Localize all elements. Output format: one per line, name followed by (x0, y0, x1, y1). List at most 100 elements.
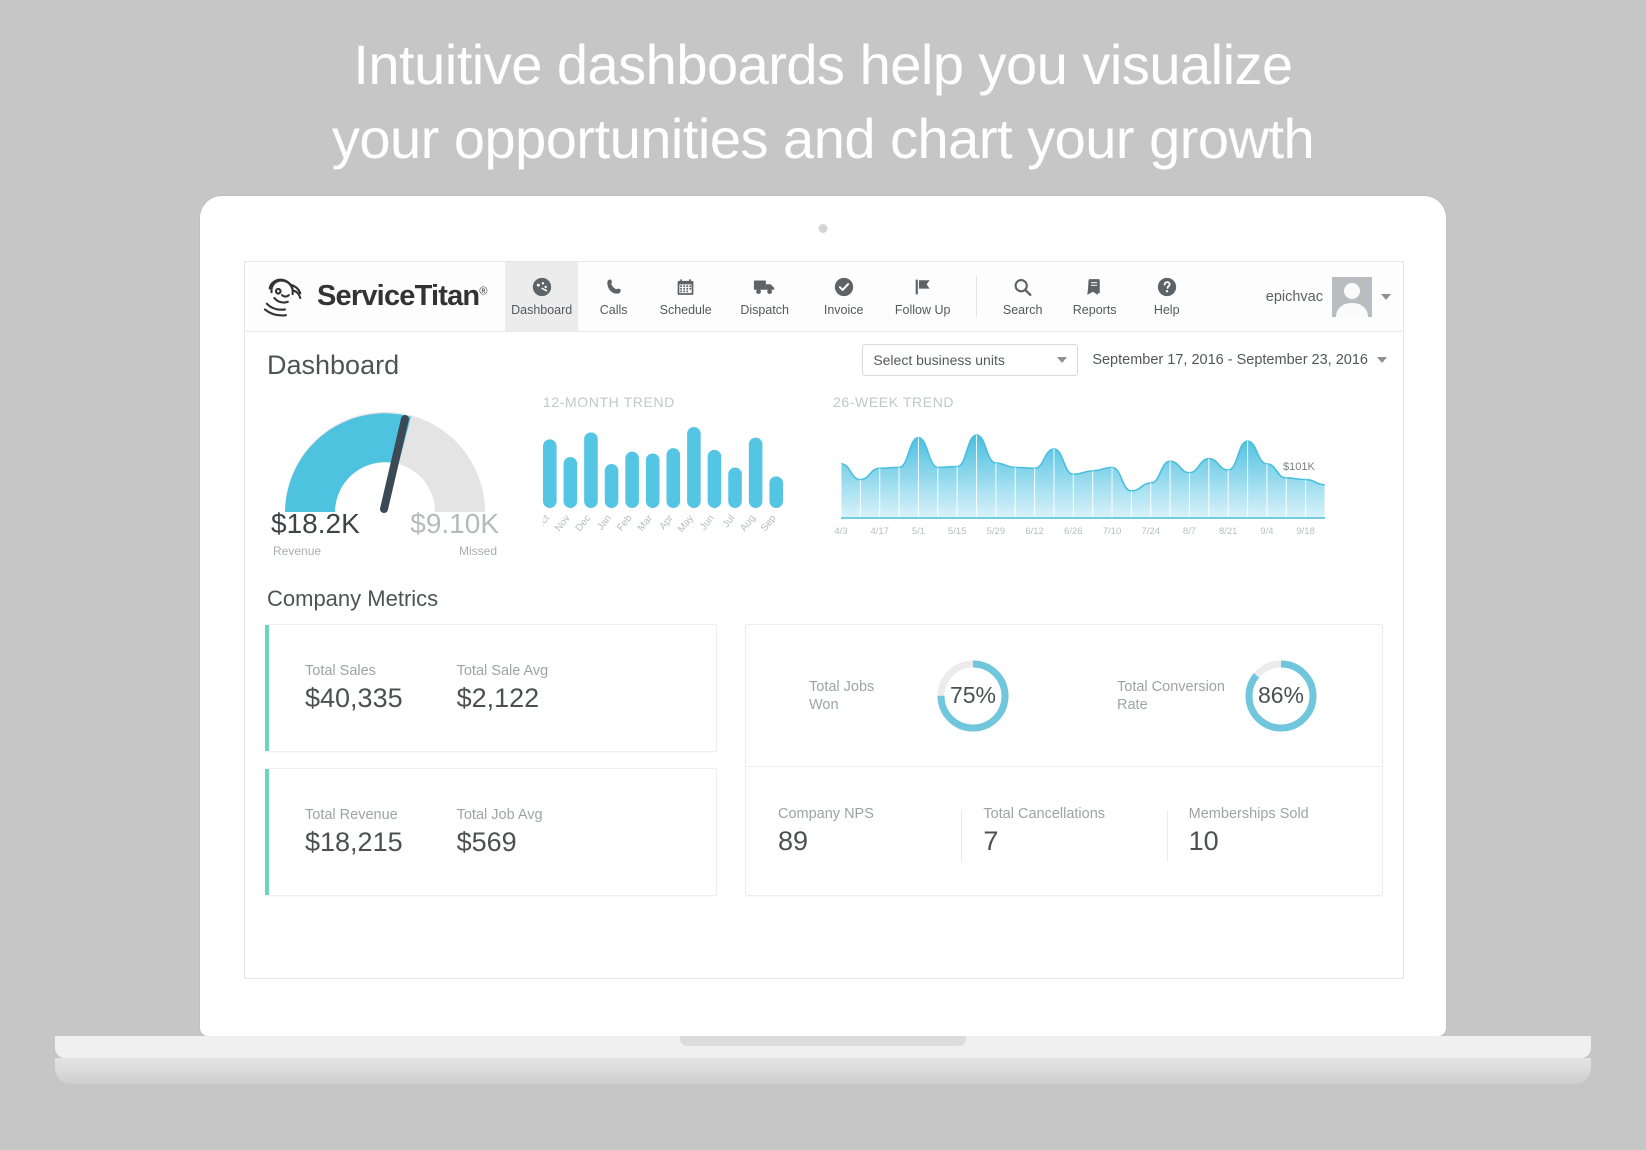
primary-nav-items: Dashboard Calls Schedule Dispatch Invoic… (505, 262, 1203, 331)
webcam-icon (818, 224, 828, 233)
company-metrics-title: Company Metrics (267, 586, 439, 611)
avatar[interactable] (1332, 277, 1372, 317)
metric-cell: Total Sale Avg $2,122 (403, 663, 549, 714)
metric-cell: Total Job Avg $569 (403, 807, 543, 858)
nav-label: Calls (599, 303, 628, 317)
svg-text:Nov: Nov (553, 513, 573, 534)
nav-item-invoice[interactable]: Invoice (808, 262, 880, 331)
nav-item-calls[interactable]: Calls (578, 262, 650, 331)
svg-text:9/18: 9/18 (1296, 526, 1315, 537)
card-accent-bar (265, 625, 269, 751)
metric-value: $569 (456, 826, 517, 857)
svg-text:May: May (676, 513, 696, 535)
twelve-month-trend: 12-MONTH TREND Oct Nov Dec Jan Feb Mar Apr May J… (534, 394, 805, 570)
kpi-label-line-1: Total Conversion (1117, 678, 1225, 695)
svg-text:Jun: Jun (698, 513, 717, 532)
brand-logo[interactable]: ServiceTitan® (245, 262, 506, 331)
calendar-icon (675, 276, 696, 298)
svg-text:Apr: Apr (657, 513, 676, 533)
header-controls: Select business units September 17, 2016… (862, 344, 1387, 376)
nav-label: Search (1002, 303, 1043, 317)
user-name: epichvac (1265, 289, 1323, 305)
twelve-month-trend-title: 12-MONTH TREND (543, 394, 675, 410)
nav-label: Follow Up (894, 303, 951, 317)
user-menu[interactable]: epichvac (1266, 262, 1391, 332)
nav-label: Help (1153, 303, 1180, 317)
metric-label: Total Job Avg (456, 806, 543, 823)
metric-card[interactable]: Total Revenue $18,215 Total Job Avg $569 (265, 768, 717, 896)
stat-total-cancellations: Total Cancellations 7 (961, 805, 1166, 862)
donut-row: Total Jobs Won 75% Total Conversion Rate… (746, 625, 1382, 767)
gauge-missed-label: Missed (458, 544, 497, 558)
svg-text:Feb: Feb (615, 513, 635, 534)
metric-cell: Total Sales $40,335 (265, 663, 403, 714)
date-range-picker[interactable]: September 17, 2016 - September 23, 2016 (1092, 352, 1387, 368)
business-units-value: Select business units (873, 352, 1005, 368)
metric-value: $18,215 (305, 826, 403, 857)
nav-label: Dispatch (740, 303, 789, 317)
stat-company-nps: Company NPS 89 (756, 806, 961, 857)
svg-text:4/3: 4/3 (834, 526, 847, 537)
chevron-down-icon[interactable] (1381, 294, 1391, 300)
metric-label: Total Sales (305, 662, 376, 679)
stat-label: Total Cancellations (983, 805, 1106, 822)
kpi-label-line-2: Won (809, 696, 839, 713)
kpi-total-jobs-won[interactable]: Total Jobs Won 75% (756, 658, 1064, 734)
svg-text:Jan: Jan (595, 513, 614, 532)
gauge-icon (531, 276, 553, 298)
nav-item-schedule[interactable]: Schedule (650, 262, 722, 331)
nav-item-follow-up[interactable]: Follow Up (880, 262, 966, 331)
svg-text:6/26: 6/26 (1064, 526, 1083, 537)
kpi-label: Total Jobs Won (809, 678, 921, 714)
svg-text:5/15: 5/15 (948, 526, 967, 537)
kpi-label: Total Conversion Rate (1117, 678, 1229, 714)
nav-label: Reports (1072, 303, 1117, 317)
svg-text:8/21: 8/21 (1219, 526, 1238, 537)
phone-icon (604, 276, 624, 298)
kpi-total-conversion-rate[interactable]: Total Conversion Rate 86% (1064, 658, 1372, 734)
metric-value: $2,122 (456, 682, 540, 713)
gauge-revenue-value: $18.2K (271, 508, 360, 539)
chevron-down-icon[interactable] (1377, 357, 1387, 363)
metric-label: Total Revenue (305, 806, 398, 823)
twentysix-week-trend-title: 26-WEEK TREND (833, 394, 955, 410)
laptop-shadow (55, 1058, 1591, 1084)
stat-value: 7 (983, 825, 999, 856)
svg-text:Mar: Mar (636, 513, 656, 534)
metric-cards-column: Total Sales $40,335 Total Sale Avg $2,12… (265, 624, 717, 896)
metric-card[interactable]: Total Sales $40,335 Total Sale Avg $2,12… (265, 624, 717, 752)
nav-item-dashboard[interactable]: Dashboard (505, 262, 578, 331)
flag-icon (912, 276, 934, 298)
nav-item-search[interactable]: Search (987, 262, 1059, 331)
twentysix-week-trend: 26-WEEK TREND $101K 4/3 4/17 5/1 5/15 5/29 6/1… (833, 394, 1353, 570)
metric-value: $40,335 (305, 682, 403, 713)
nav-item-help[interactable]: Help (1131, 262, 1203, 331)
date-range-value: September 17, 2016 - September 23, 2016 (1092, 352, 1368, 368)
nav-label: Dashboard (511, 303, 573, 317)
check-circle-icon (833, 276, 855, 298)
kpi-panel: Total Jobs Won 75% Total Conversion Rate… (745, 624, 1383, 896)
card-accent-bar (265, 769, 269, 895)
nav-item-reports[interactable]: Reports (1059, 262, 1131, 331)
app-screen: ServiceTitan® Dashboard Calls Schedule D… (244, 261, 1404, 979)
business-units-select[interactable]: Select business units (862, 344, 1079, 376)
summary-row: $18.2K $9.10K Revenue Missed 12-MONTH TR… (245, 390, 1403, 570)
nav-label: Schedule (659, 303, 712, 317)
svg-text:7/24: 7/24 (1142, 526, 1161, 537)
metric-label: Total Sale Avg (456, 662, 549, 679)
promo-headline: Intuitive dashboards help you visualize … (0, 28, 1646, 176)
page-title: Dashboard (267, 349, 400, 380)
area-chart: $101K 4/3 4/17 5/1 5/15 5/29 6/12 6/26 7/10 7/24 8… (834, 434, 1326, 537)
svg-text:8/7: 8/7 (1183, 526, 1196, 537)
svg-text:Sep: Sep (759, 513, 779, 534)
stat-value: 89 (778, 825, 809, 856)
svg-text:9/4: 9/4 (1260, 526, 1273, 537)
kpi-label-line-1: Total Jobs (809, 678, 875, 695)
chevron-down-icon[interactable] (1057, 357, 1068, 363)
svg-text:5/29: 5/29 (987, 526, 1006, 537)
question-circle-icon (1156, 276, 1178, 298)
revenue-gauge: $18.2K $9.10K Revenue Missed (265, 394, 517, 570)
svg-text:Oct: Oct (543, 513, 552, 532)
svg-text:7/10: 7/10 (1103, 526, 1122, 537)
nav-item-dispatch[interactable]: Dispatch (722, 262, 808, 331)
